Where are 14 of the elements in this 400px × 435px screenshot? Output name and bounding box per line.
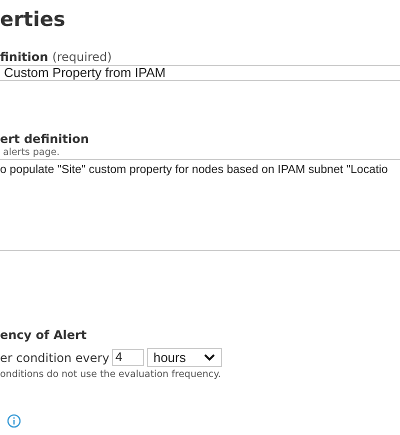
unit-dropdown[interactable]: hours [147, 348, 222, 367]
help-text: alerts page. [3, 147, 61, 159]
required-hint: (required) [52, 49, 112, 65]
page-title: erties [0, 6, 66, 32]
info-icon[interactable] [7, 414, 21, 428]
name-input-field[interactable]: Custom Property from IPAM [0, 65, 400, 81]
field-label: ert definition [0, 131, 89, 147]
frequency-label: er condition every [0, 350, 110, 364]
chevron-down-icon [204, 354, 216, 361]
field-label: finition [0, 49, 48, 65]
frequency-input-field[interactable]: 4 [112, 349, 144, 366]
description-text-area[interactable]: o populate "Site" custom property for nodes based on IPAM subnet "Locatio [0, 159, 400, 251]
help-text: onditions do not use the evaluation frequency. [0, 369, 222, 380]
section-title: ency of Alert [0, 327, 87, 343]
